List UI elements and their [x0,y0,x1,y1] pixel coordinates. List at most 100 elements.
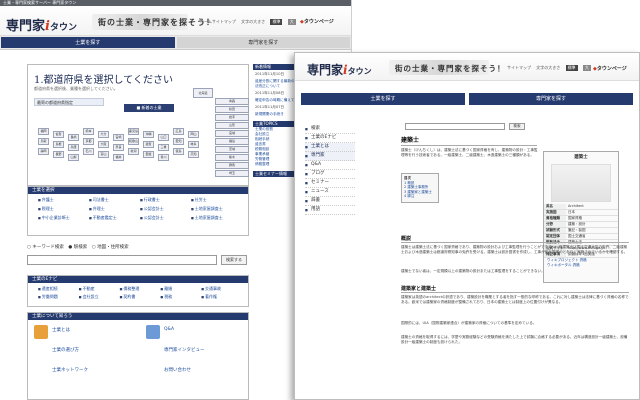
pref-button[interactable]: 静岡 [38,148,49,155]
topic-link[interactable]: 債務整理 [253,162,295,167]
prefecture-select[interactable]: 最寄の都道府県指定 [34,98,104,106]
pref-button[interactable]: 福井 [113,154,124,161]
pref-button[interactable]: 新潟 [128,148,139,155]
pref-button[interactable]: 高知 [188,151,199,158]
about-link-6[interactable]: お問い合わせ [164,367,191,373]
shigyo-item[interactable]: 社労士 [191,197,238,203]
left-nav-item[interactable]: セミナー [305,179,355,188]
shigyo-item[interactable]: 土地家屋調査士 [191,215,238,221]
e-navi-item[interactable]: 債務整理 [120,286,157,292]
toc-item-4[interactable]: 4 脚注 [404,194,436,199]
e-navi-item[interactable]: 労働問題 [38,294,75,300]
left-nav-item[interactable]: 検索 [305,125,355,134]
about-link-4[interactable]: 専門家インタビュー [164,347,205,353]
left-nav-item[interactable]: 辞書 [305,197,355,206]
pref-button[interactable]: 愛媛 [143,151,154,158]
front-logo[interactable]: 専門家iタウン [307,61,372,78]
news-link-3[interactable]: 新規開業の手続き [253,112,295,117]
shigyo-item[interactable]: 司法書士 [89,197,136,203]
pref-button[interactable]: 山口 [158,134,169,141]
shigyo-item[interactable]: 弁護士 [38,197,85,203]
font-large-button[interactable]: 大 [287,19,296,25]
e-navi-item[interactable]: 遺産相続 [38,286,75,292]
about-link-3[interactable]: 士業の選び方 [52,347,79,353]
front-search-input[interactable] [405,123,505,130]
front-sitemap-link[interactable]: サイトマップ [507,65,531,70]
left-nav-item[interactable]: 士業とは [305,143,355,152]
left-nav-item[interactable]: 専門家 [305,152,355,161]
e-navi-item[interactable]: 交通事故 [201,286,238,292]
search-input[interactable] [27,255,217,265]
front-search-button[interactable]: 検索 [509,123,525,130]
about-link-5[interactable]: 士業ネットワーク [52,367,88,373]
pref-button[interactable]: 奈良 [113,144,124,151]
e-navi-item[interactable]: 離婚 [160,286,197,292]
pref-button[interactable]: 大阪 [98,141,109,148]
pref-button[interactable]: 三重 [158,144,169,151]
pref-button[interactable]: 兵庫 [68,144,79,151]
tab-find-shigyo[interactable]: 士業を探す [1,37,175,48]
font-normal-button[interactable]: 標準 [270,19,283,25]
news-link-2[interactable]: 確定申告の時期に備えて [253,98,295,103]
pref-button[interactable]: 徳島 [173,148,184,155]
pref-east-button[interactable]: 福島 [215,138,249,145]
shigyo-item[interactable]: 土地家屋調査士 [191,206,238,212]
left-nav-item[interactable]: ニュース [305,188,355,197]
about-link-2[interactable]: Q&A [164,327,174,332]
about-link-1[interactable]: 士業とは [52,327,70,333]
e-navi-item[interactable]: 税務 [160,294,197,300]
left-nav-item[interactable]: 用語 [305,206,355,215]
search-button[interactable]: 検索する [221,255,247,265]
front-tab-find-shigyo[interactable]: 士業を探す [301,93,465,105]
pref-button[interactable]: 広島 [173,128,184,135]
pref-button[interactable]: 富山 [98,151,109,158]
new-shigyo-button[interactable]: ■ 新着の士業 [124,104,174,112]
pref-button[interactable]: 岡山 [188,131,199,138]
pref-east-button[interactable]: 秋田 [215,106,249,113]
pref-east-button[interactable]: 栃木 [215,154,249,161]
shigyo-item[interactable]: 公認会計士 [140,206,187,212]
shigyo-item[interactable]: 税理士 [38,206,85,212]
pref-button[interactable]: 香川 [158,154,169,161]
pref-button[interactable]: 愛知 [173,138,184,145]
e-navi-item[interactable]: 会社設立 [79,294,116,300]
shigyo-item[interactable]: 行政書士 [140,197,187,203]
pref-button[interactable]: 宮崎 [113,134,124,141]
front-font-normal-button[interactable]: 標準 [565,65,578,71]
pref-east-button[interactable]: 宮城 [215,130,249,137]
pref-button[interactable]: 長野 [53,151,64,158]
shigyo-item[interactable]: 不動産鑑定士 [89,215,136,221]
left-nav-item[interactable]: ブログ [305,170,355,179]
shigyo-item[interactable]: 公認会計士 [140,215,187,221]
pref-button[interactable]: 京都 [83,138,94,145]
news-link-1[interactable]: 遺産分割に関する最新の法改正について [253,79,295,89]
pref-button[interactable]: 長崎 [68,134,79,141]
pref-hokkaido[interactable]: 北海道 [193,88,213,98]
pref-button[interactable]: 石川 [83,148,94,155]
pref-button[interactable]: 沖縄 [143,131,154,138]
e-navi-item[interactable]: 不動産 [79,286,116,292]
pref-east-button[interactable]: 群馬 [215,162,249,169]
pref-button[interactable]: 岐阜 [188,141,199,148]
pref-east-button[interactable]: 青森 [215,98,249,105]
pref-button[interactable]: 和歌山 [128,138,139,145]
pref-button[interactable]: 山梨 [68,154,79,161]
pref-button[interactable]: 福岡 [38,128,49,135]
front-font-large-button[interactable]: 大 [582,65,591,71]
pref-east-button[interactable]: 茨城 [215,146,249,153]
e-navi-item[interactable]: 契約書 [120,294,157,300]
pref-east-button[interactable]: 山形 [215,122,249,129]
left-nav-item[interactable]: Q&A [305,161,355,170]
pref-button[interactable]: 大分 [98,131,109,138]
search-mode-radios[interactable]: ○ キーワード検索 ● 駅検索 ○ 地図・住所検索 [27,244,129,250]
left-nav-item[interactable]: 士業のEナビ [305,134,355,143]
pref-button[interactable]: 滋賀 [143,141,154,148]
pref-east-button[interactable]: 埼玉 [215,170,249,177]
front-tab-find-expert[interactable]: 専門家を探す [469,93,633,105]
pref-button[interactable]: 熊本 [83,128,94,135]
site-logo[interactable]: 専門家iタウン [6,15,77,34]
pref-east-button[interactable]: 岩手 [215,114,249,121]
pref-button[interactable]: 佐賀 [53,131,64,138]
shigyo-item[interactable]: 弁理士 [89,206,136,212]
shigyo-item[interactable]: 中小企業診断士 [38,215,85,221]
